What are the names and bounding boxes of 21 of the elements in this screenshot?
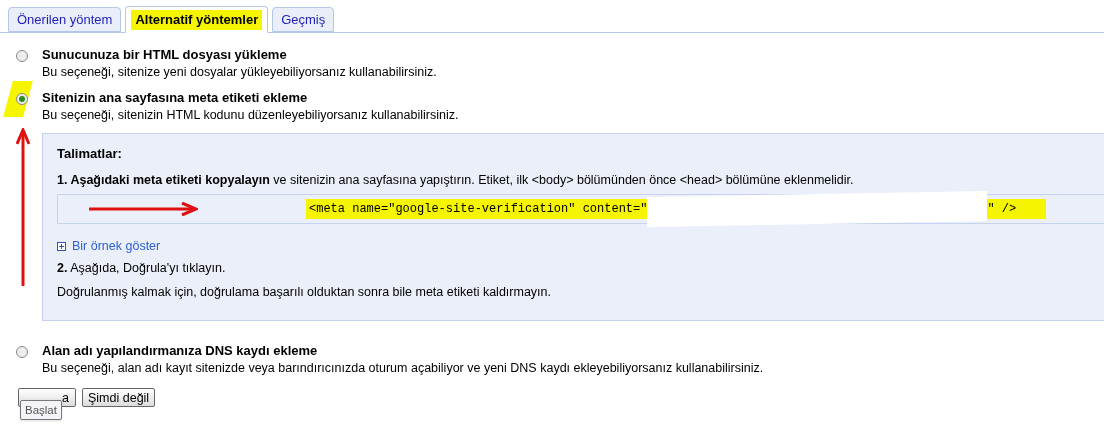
button[interactable]: Şimdi değil [82, 388, 156, 407]
step-text: 1. Aşağıdaki meta etiketi kopyalayın ve sitenizin ana sayfasına yapıştırın. Etiket, ilk <body> bölümünden önce <head> bölümüne eklenmelidir. [57, 172, 854, 188]
radio-button[interactable] [16, 50, 28, 62]
tab[interactable]: Önerilen yöntem [8, 7, 122, 32]
expand-icon [57, 241, 66, 251]
option-title: Sunucunuza bir HTML dosyası yükleme [42, 47, 288, 63]
step-text: 2. Aşağıda, Doğrula'yı tıklayın. [57, 260, 226, 276]
option-description: Bu seçeneği, alan adı kayıt sitenizde veya barındırıcınızda oturum açabiliyor ve yeni DNS kaydı ekleyebiliyorsanız kullanabilirsiniz. [42, 360, 764, 376]
tooltip: Başlat [20, 400, 62, 420]
code-text: <meta name="google-site-verification" content=" [306, 199, 648, 219]
radio-button[interactable] [16, 346, 28, 358]
tab[interactable]: Geçmiş [272, 7, 335, 32]
option-description: Bu seçeneği, sitenizin HTML kodunu düzenleyebiliyorsanız kullanabilirsiniz. [42, 107, 459, 123]
instructions-heading: Talimatlar: [57, 146, 122, 162]
example-link[interactable]: Bir örnek göster [57, 238, 161, 254]
code-text: " /> [987, 199, 1047, 219]
option-title: Alan adı yapılandırmanıza DNS kaydı ekleme [42, 343, 319, 359]
option-description: Bu seçeneği, sitenize yeni dosyalar yükleyebiliyorsanız kullanabilirsiniz. [42, 64, 437, 80]
option-title: Sitenizin ana sayfasına meta etiketi ekleme [42, 90, 309, 106]
note-text: Doğrulanmış kalmak için, doğrulama başarılı olduktan sonra bile meta etiketi kaldırmayın. [57, 284, 551, 300]
tab[interactable]: Alternatif yöntemler [125, 6, 269, 33]
